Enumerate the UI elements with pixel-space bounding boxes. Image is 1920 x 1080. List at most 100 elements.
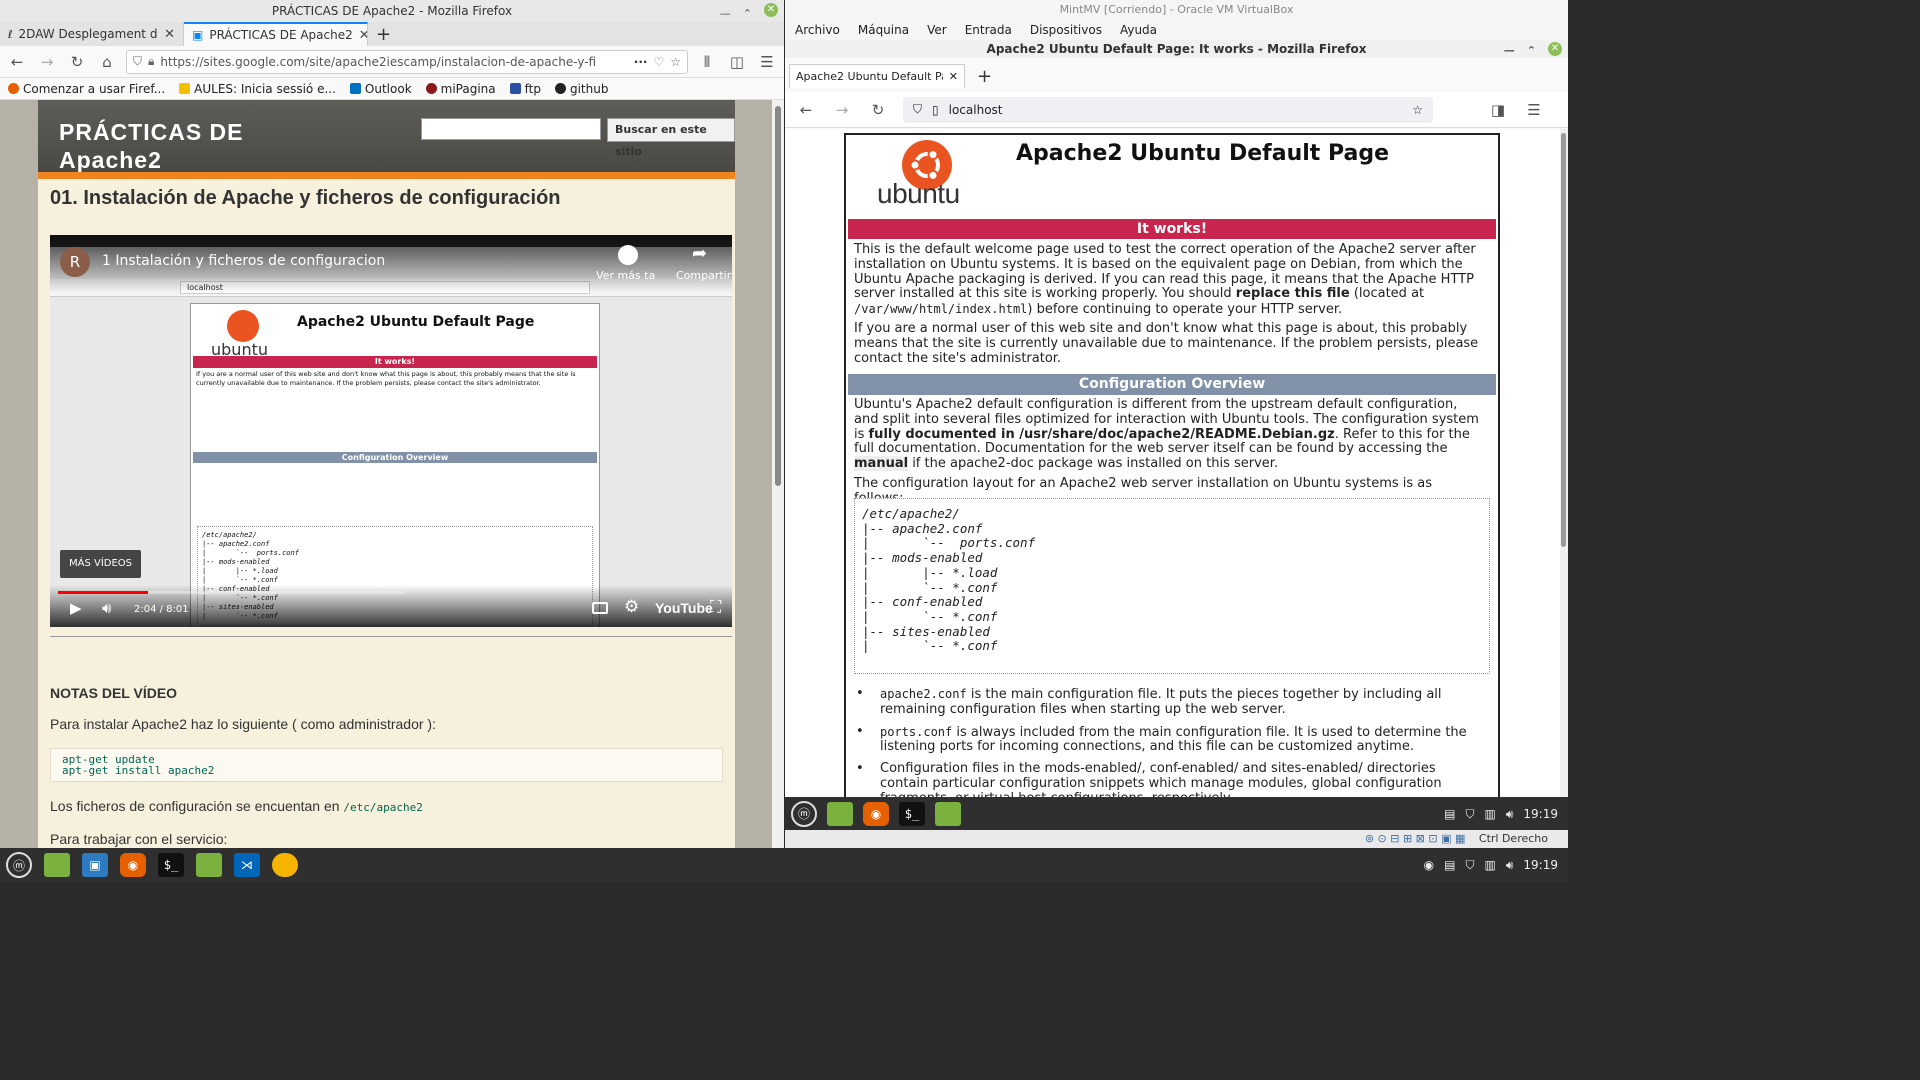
clipboard-icon[interactable]: ▤	[1444, 858, 1455, 872]
forward-icon[interactable]: →	[36, 53, 58, 71]
clipboard-icon[interactable]: ▤	[1444, 807, 1455, 821]
play-icon[interactable]: ▶	[70, 599, 82, 617]
pocket-icon[interactable]: ◨	[1487, 101, 1509, 119]
tab-close-icon[interactable]: ✕	[359, 28, 367, 43]
sound-icon[interactable]: 🔊︎	[1506, 858, 1514, 873]
shield-icon[interactable]: ⛉	[133, 54, 142, 69]
shield-icon[interactable]: ⛉	[1465, 858, 1474, 873]
intro-paragraph: This is the default welcome page used to…	[854, 242, 1484, 318]
scroll-thumb[interactable]	[1561, 133, 1566, 547]
app-icon[interactable]	[272, 853, 298, 877]
home-icon[interactable]: ⌂	[96, 53, 118, 71]
host-clock[interactable]: 19:19	[1523, 858, 1558, 872]
bookmark-github[interactable]: github	[554, 82, 608, 96]
bookmark-star-icon[interactable]: ☆	[1412, 103, 1423, 117]
maximize-button[interactable]: ⌃	[743, 3, 752, 25]
share-icon[interactable]: ➦	[692, 243, 707, 264]
menu-icon[interactable]: ☰	[756, 53, 778, 71]
bookmark-firefox[interactable]: Comenzar a usar Firef...	[8, 82, 165, 96]
minimize-button[interactable]: —	[1504, 42, 1515, 60]
close-button[interactable]: ✕	[1548, 42, 1562, 56]
files-icon[interactable]	[44, 853, 70, 877]
vm-tab-apache[interactable]: Apache2 Ubuntu Default Page ✕	[789, 64, 965, 88]
video-title[interactable]: 1 Instalación y ficheros de configuracio…	[102, 253, 385, 269]
eye-icon[interactable]: ◉	[1424, 858, 1434, 872]
shield-icon[interactable]: ⛉	[913, 102, 922, 117]
settings-gear-icon[interactable]: ⚙	[624, 597, 639, 617]
bookmark-outlook[interactable]: Outlook	[349, 82, 412, 96]
bookmark-mipagina[interactable]: miPagina	[425, 82, 496, 96]
menu-maquina[interactable]: Máquina	[858, 23, 909, 37]
more-videos-button[interactable]: MÁS VÍDEOS	[60, 550, 142, 578]
tab-practicas[interactable]: ▣ PRÁCTICAS DE Apache2 ✕	[184, 22, 368, 46]
reload-icon[interactable]: ↻	[66, 53, 88, 71]
fullscreen-icon[interactable]: ⛶	[710, 597, 721, 617]
back-icon[interactable]: ←	[795, 101, 817, 119]
maximize-button[interactable]: ⌃	[1527, 42, 1536, 60]
mint-menu-icon[interactable]: ⓜ	[791, 800, 817, 827]
terminal-icon[interactable]: $_	[158, 853, 184, 877]
bookmark-aules[interactable]: AULES: Inicia sessió e...	[179, 82, 336, 96]
service-text: Para trabajar con el servicio:	[50, 831, 228, 847]
vm-url-bar[interactable]: ⛉ ▯ localhost ☆	[903, 96, 1433, 123]
youtube-logo[interactable]: YouTube	[655, 600, 713, 616]
tab-2daw[interactable]: ℓ 2DAW Desplegament d'apl ✕	[0, 22, 184, 46]
network-icon[interactable]: ▥	[1485, 807, 1496, 821]
left-scrollbar[interactable]	[772, 100, 784, 848]
reload-icon[interactable]: ↻	[867, 101, 889, 119]
firefox-icon[interactable]: ◉	[863, 801, 889, 826]
menu-dispositivos[interactable]: Dispositivos	[1030, 23, 1102, 37]
page-actions-icon[interactable]: ···	[634, 55, 648, 69]
files-icon[interactable]	[827, 801, 853, 826]
firefox-icon[interactable]: ◉	[120, 853, 146, 877]
new-tab-button[interactable]: +	[977, 66, 992, 87]
bookmark-ftp[interactable]: ftp	[509, 82, 541, 96]
bookmark-star-icon[interactable]: ☆	[670, 55, 681, 69]
site-search-input[interactable]	[421, 118, 601, 140]
site-search-button[interactable]: Buscar en este sitio	[607, 118, 735, 158]
menu-ver[interactable]: Ver	[927, 23, 947, 37]
tab-close-icon[interactable]: ✕	[164, 27, 175, 42]
scroll-thumb[interactable]	[775, 106, 781, 486]
url-bar[interactable]: ⛉ 🔒︎ https://sites.google.com/site/apach…	[126, 49, 688, 74]
volume-icon[interactable]: 🔊︎	[102, 599, 111, 617]
menu-entrada[interactable]: Entrada	[965, 23, 1012, 37]
vm-scrollbar[interactable]	[1560, 129, 1568, 797]
watch-later-label[interactable]: Ver más ta...	[596, 269, 656, 282]
menu-ayuda[interactable]: Ayuda	[1120, 23, 1157, 37]
vm-firefox-title: Apache2 Ubuntu Default Page: It works - …	[986, 42, 1367, 56]
youtube-video-player[interactable]: localhost ubuntu Apache2 Ubuntu Default …	[50, 235, 732, 627]
clock-icon[interactable]	[618, 245, 638, 265]
lock-icon[interactable]: 🔒︎	[148, 54, 154, 69]
folder-icon[interactable]	[935, 801, 961, 826]
virtualbox-icon[interactable]: ▣	[82, 853, 108, 877]
video-progress-track[interactable]	[58, 591, 405, 594]
menu-archivo[interactable]: Archivo	[795, 23, 840, 37]
page-info-icon[interactable]: ▯	[932, 103, 939, 117]
minimize-button[interactable]: —	[720, 3, 731, 25]
sidebar-icon[interactable]: ◫	[726, 53, 748, 71]
shield-icon[interactable]: ⛉	[1465, 807, 1474, 822]
subtitles-icon[interactable]	[592, 602, 608, 614]
mint-menu-icon[interactable]: ⓜ	[6, 852, 32, 878]
site-title[interactable]: PRÁCTICAS DE Apache2	[59, 118, 319, 174]
tab-close-icon[interactable]: ✕	[949, 70, 958, 83]
new-tab-button[interactable]: +	[368, 22, 399, 46]
sound-icon[interactable]: 🔊︎	[1506, 807, 1514, 822]
library-icon[interactable]: ⫴	[696, 53, 718, 71]
menu-icon[interactable]: ☰	[1523, 101, 1545, 119]
code: ports.conf	[880, 724, 953, 739]
forward-icon[interactable]: →	[831, 101, 853, 119]
vscode-icon[interactable]: ⋊	[234, 853, 260, 877]
network-icon[interactable]: ▥	[1485, 858, 1496, 872]
config-path: /etc/apache2	[343, 801, 423, 814]
channel-avatar[interactable]: R	[60, 247, 90, 277]
back-icon[interactable]: ←	[6, 53, 28, 71]
vm-clock[interactable]: 19:19	[1523, 807, 1558, 821]
pocket-icon[interactable]: ♡	[653, 55, 664, 69]
share-label[interactable]: Compartir	[676, 269, 732, 282]
folder-icon[interactable]	[196, 853, 222, 877]
terminal-icon[interactable]: $_	[899, 801, 925, 826]
manual-link[interactable]: manual	[854, 456, 909, 472]
close-button[interactable]: ✕	[764, 3, 778, 17]
